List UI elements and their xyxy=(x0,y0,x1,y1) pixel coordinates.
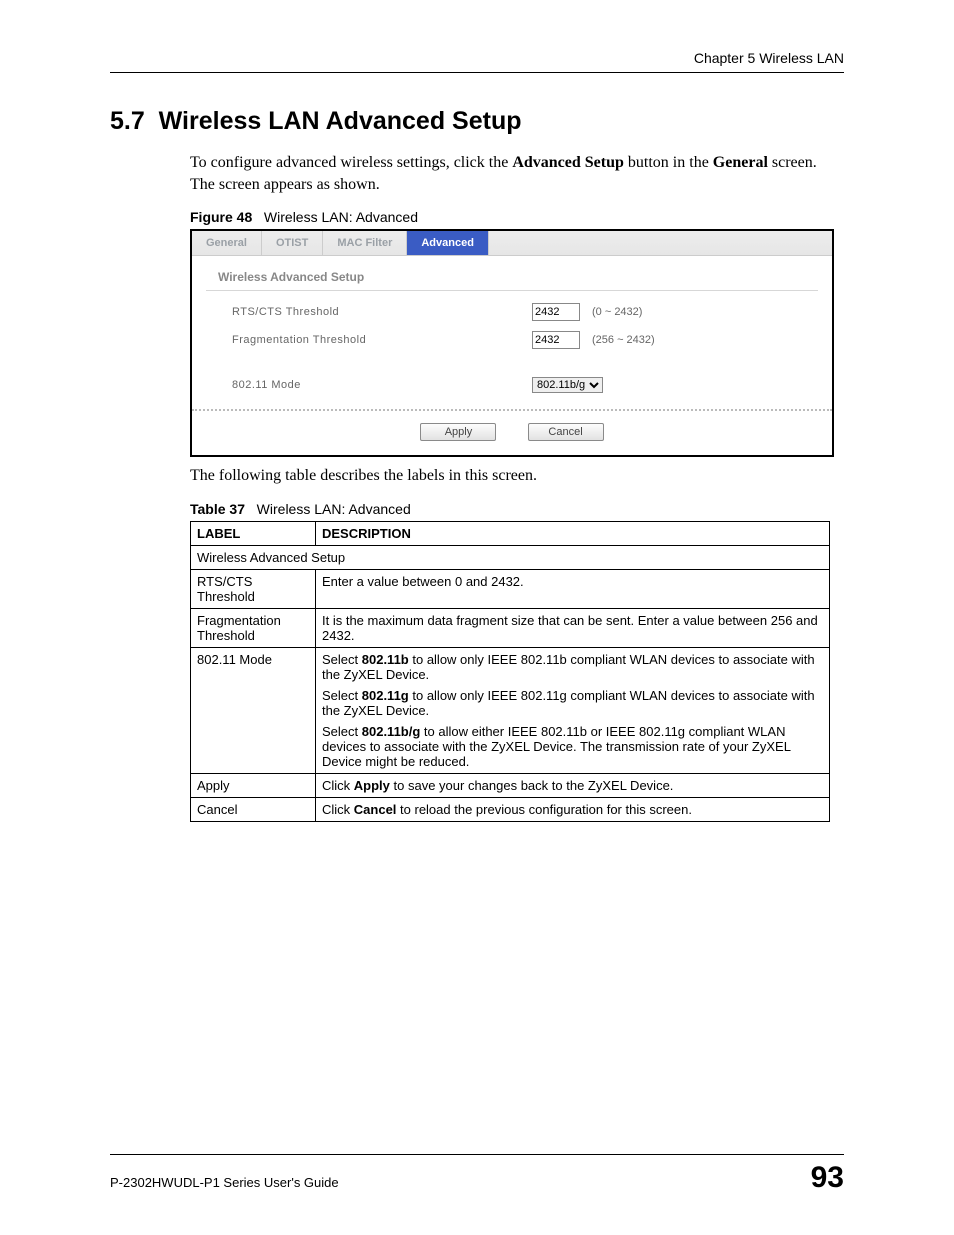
th-label: LABEL xyxy=(191,522,316,546)
button-bar: Apply Cancel xyxy=(192,409,832,455)
rts-input[interactable] xyxy=(532,303,580,321)
footer-guide: P-2302HWUDL-P1 Series User's Guide xyxy=(110,1175,339,1190)
chapter-header: Chapter 5 Wireless LAN xyxy=(110,50,844,73)
frag-input[interactable] xyxy=(532,331,580,349)
section-heading: 5.7 Wireless LAN Advanced Setup xyxy=(110,107,844,136)
figure-screenshot: GeneralOTISTMAC FilterAdvanced Wireless … xyxy=(190,229,834,457)
tab-bar: GeneralOTISTMAC FilterAdvanced xyxy=(192,231,832,256)
cancel-button[interactable]: Cancel xyxy=(528,423,604,441)
intro-paragraph: To configure advanced wireless settings,… xyxy=(190,152,844,195)
table-caption: Table 37 Wireless LAN: Advanced xyxy=(190,501,844,517)
rts-label: RTS/CTS Threshold xyxy=(232,306,532,318)
page-number: 93 xyxy=(811,1161,844,1195)
tab-mac-filter[interactable]: MAC Filter xyxy=(323,231,407,255)
frag-label: Fragmentation Threshold xyxy=(232,334,532,346)
frag-range: (256 ~ 2432) xyxy=(592,334,655,346)
table-row: Cancel Click Cancel to reload the previo… xyxy=(191,798,830,822)
row-fragmentation: Fragmentation Threshold (256 ~ 2432) xyxy=(232,331,818,349)
apply-button[interactable]: Apply xyxy=(420,423,496,441)
tab-advanced[interactable]: Advanced xyxy=(407,231,489,255)
table-header-row: LABEL DESCRIPTION xyxy=(191,522,830,546)
panel-title: Wireless Advanced Setup xyxy=(192,256,832,288)
table-row: Apply Click Apply to save your changes b… xyxy=(191,774,830,798)
table-row: 802.11 Mode Select 802.11b to allow only… xyxy=(191,648,830,774)
tab-general[interactable]: General xyxy=(192,231,262,255)
table-span-row: Wireless Advanced Setup xyxy=(191,546,830,570)
after-figure-text: The following table describes the labels… xyxy=(190,467,844,485)
row-mode: 802.11 Mode 802.11b/g xyxy=(232,377,818,393)
mode-label: 802.11 Mode xyxy=(232,379,532,391)
section-number: 5.7 xyxy=(110,107,145,135)
figure-caption: Figure 48 Wireless LAN: Advanced xyxy=(190,209,844,225)
description-table: LABEL DESCRIPTION Wireless Advanced Setu… xyxy=(190,521,830,822)
mode-select[interactable]: 802.11b/g xyxy=(532,377,603,393)
rts-range: (0 ~ 2432) xyxy=(592,306,642,318)
tab-otist[interactable]: OTIST xyxy=(262,231,323,255)
table-row: Fragmentation Threshold It is the maximu… xyxy=(191,609,830,648)
th-description: DESCRIPTION xyxy=(316,522,830,546)
row-rts: RTS/CTS Threshold (0 ~ 2432) xyxy=(232,303,818,321)
table-row: RTS/CTS Threshold Enter a value between … xyxy=(191,570,830,609)
section-title: Wireless LAN Advanced Setup xyxy=(159,107,522,135)
page-footer: P-2302HWUDL-P1 Series User's Guide 93 xyxy=(110,1154,844,1195)
